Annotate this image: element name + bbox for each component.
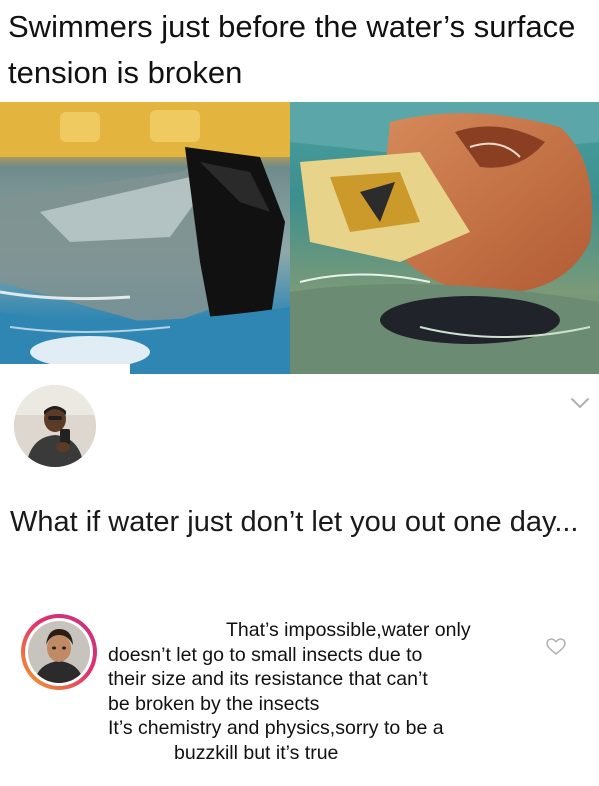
- comment-line: be broken by the insects: [108, 692, 320, 715]
- comment-line: their size and its resistance that can’t: [108, 668, 428, 690]
- comment-line: It’s chemistry and physics,sorry to be a: [108, 717, 444, 739]
- story-ring[interactable]: [21, 614, 97, 690]
- reply-text: What if water just don’t let you out one…: [10, 506, 579, 538]
- comment-line: That’s impossible,water only: [226, 619, 471, 641]
- chevron-down-icon[interactable]: [570, 396, 590, 410]
- comment-line: buzzkill but it’s true: [174, 741, 339, 764]
- avatar-border: [25, 618, 93, 686]
- avatar[interactable]: [28, 621, 90, 683]
- comment-line: doesn’t let go to small insects due to: [108, 643, 423, 666]
- avatar[interactable]: [14, 385, 96, 467]
- post-title: Swimmers just before the water’s surface…: [8, 9, 576, 90]
- post-image: [0, 102, 599, 374]
- heart-icon[interactable]: [546, 638, 566, 656]
- comment-text: That’s impossible,water only doesn’t let…: [108, 618, 528, 765]
